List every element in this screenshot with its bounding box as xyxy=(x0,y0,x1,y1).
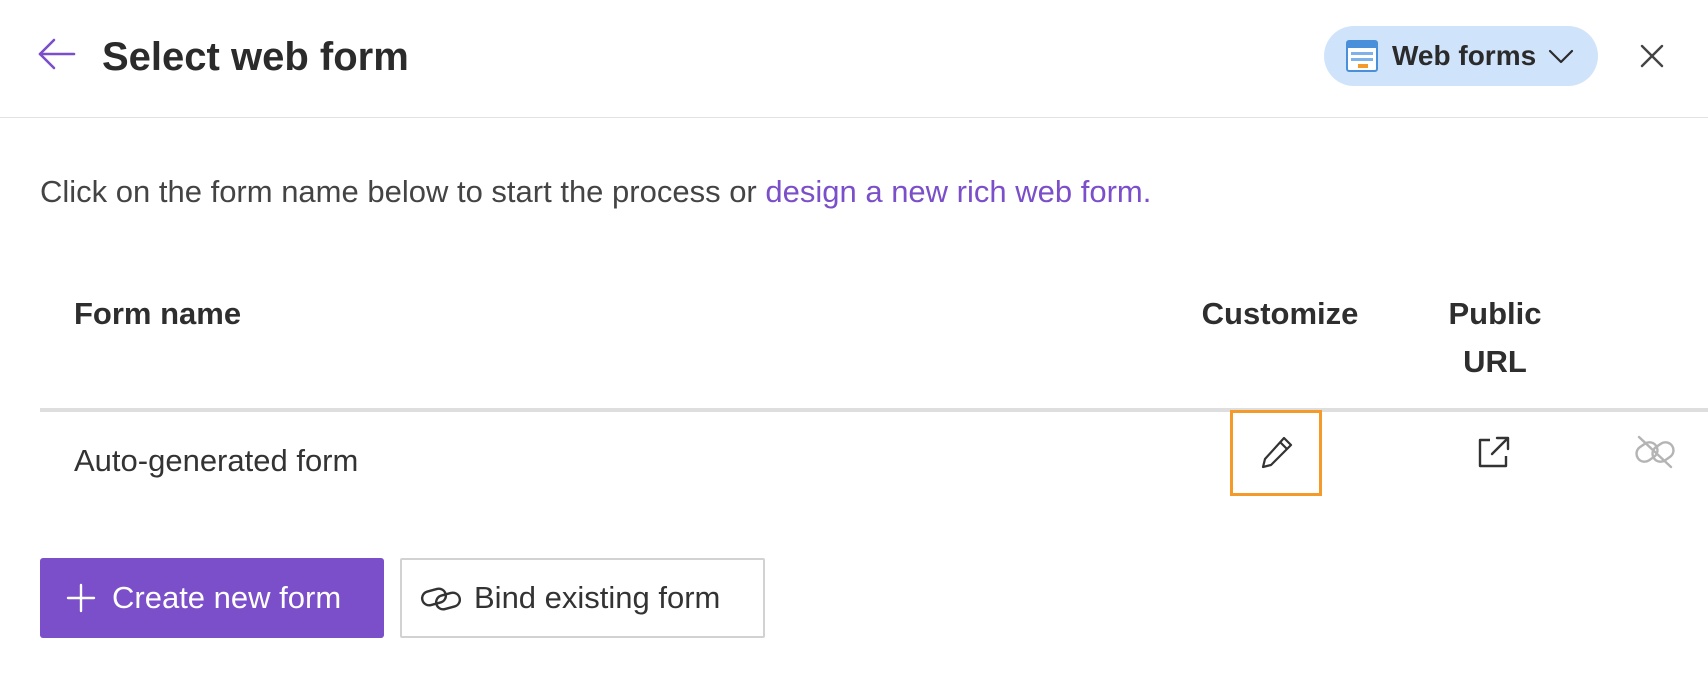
column-header-public-url-line1: Public xyxy=(1448,296,1542,331)
external-link-icon[interactable] xyxy=(1474,434,1512,472)
plus-icon xyxy=(66,583,96,613)
pencil-icon xyxy=(1261,436,1293,469)
create-new-form-label: Create new form xyxy=(112,580,342,615)
dialog-header: Select web form Web forms xyxy=(0,0,1708,118)
column-header-customize: Customize xyxy=(1201,296,1359,331)
customize-form-button[interactable] xyxy=(1230,410,1322,496)
create-new-form-button[interactable]: Create new form xyxy=(40,558,384,638)
link-icon xyxy=(420,587,462,611)
close-button[interactable] xyxy=(1636,40,1668,72)
column-header-form-name: Form name xyxy=(74,296,242,331)
instructions: Click on the form name below to start th… xyxy=(40,170,1151,214)
bind-existing-form-button[interactable]: Bind existing form xyxy=(400,558,765,638)
web-form-icon xyxy=(1346,40,1378,72)
chevron-down-icon xyxy=(1548,49,1574,64)
back-button[interactable] xyxy=(36,36,80,80)
bind-existing-form-label: Bind existing form xyxy=(474,580,721,615)
form-name-link[interactable]: Auto-generated form xyxy=(74,438,358,484)
close-icon xyxy=(1640,44,1664,68)
web-forms-label: Web forms xyxy=(1392,40,1537,71)
table-header-divider xyxy=(40,408,1708,412)
web-forms-dropdown[interactable]: Web forms xyxy=(1324,26,1598,86)
column-header-public-url-line2: URL xyxy=(1463,344,1527,379)
arrow-left-icon xyxy=(38,38,76,70)
unlink-icon[interactable] xyxy=(1634,434,1676,470)
design-new-form-link[interactable]: design a new rich web form. xyxy=(765,174,1151,209)
instructions-text: Click on the form name below to start th… xyxy=(40,174,766,209)
page-title: Select web form xyxy=(102,35,409,79)
column-header-public-url: Public URL xyxy=(1430,290,1560,386)
